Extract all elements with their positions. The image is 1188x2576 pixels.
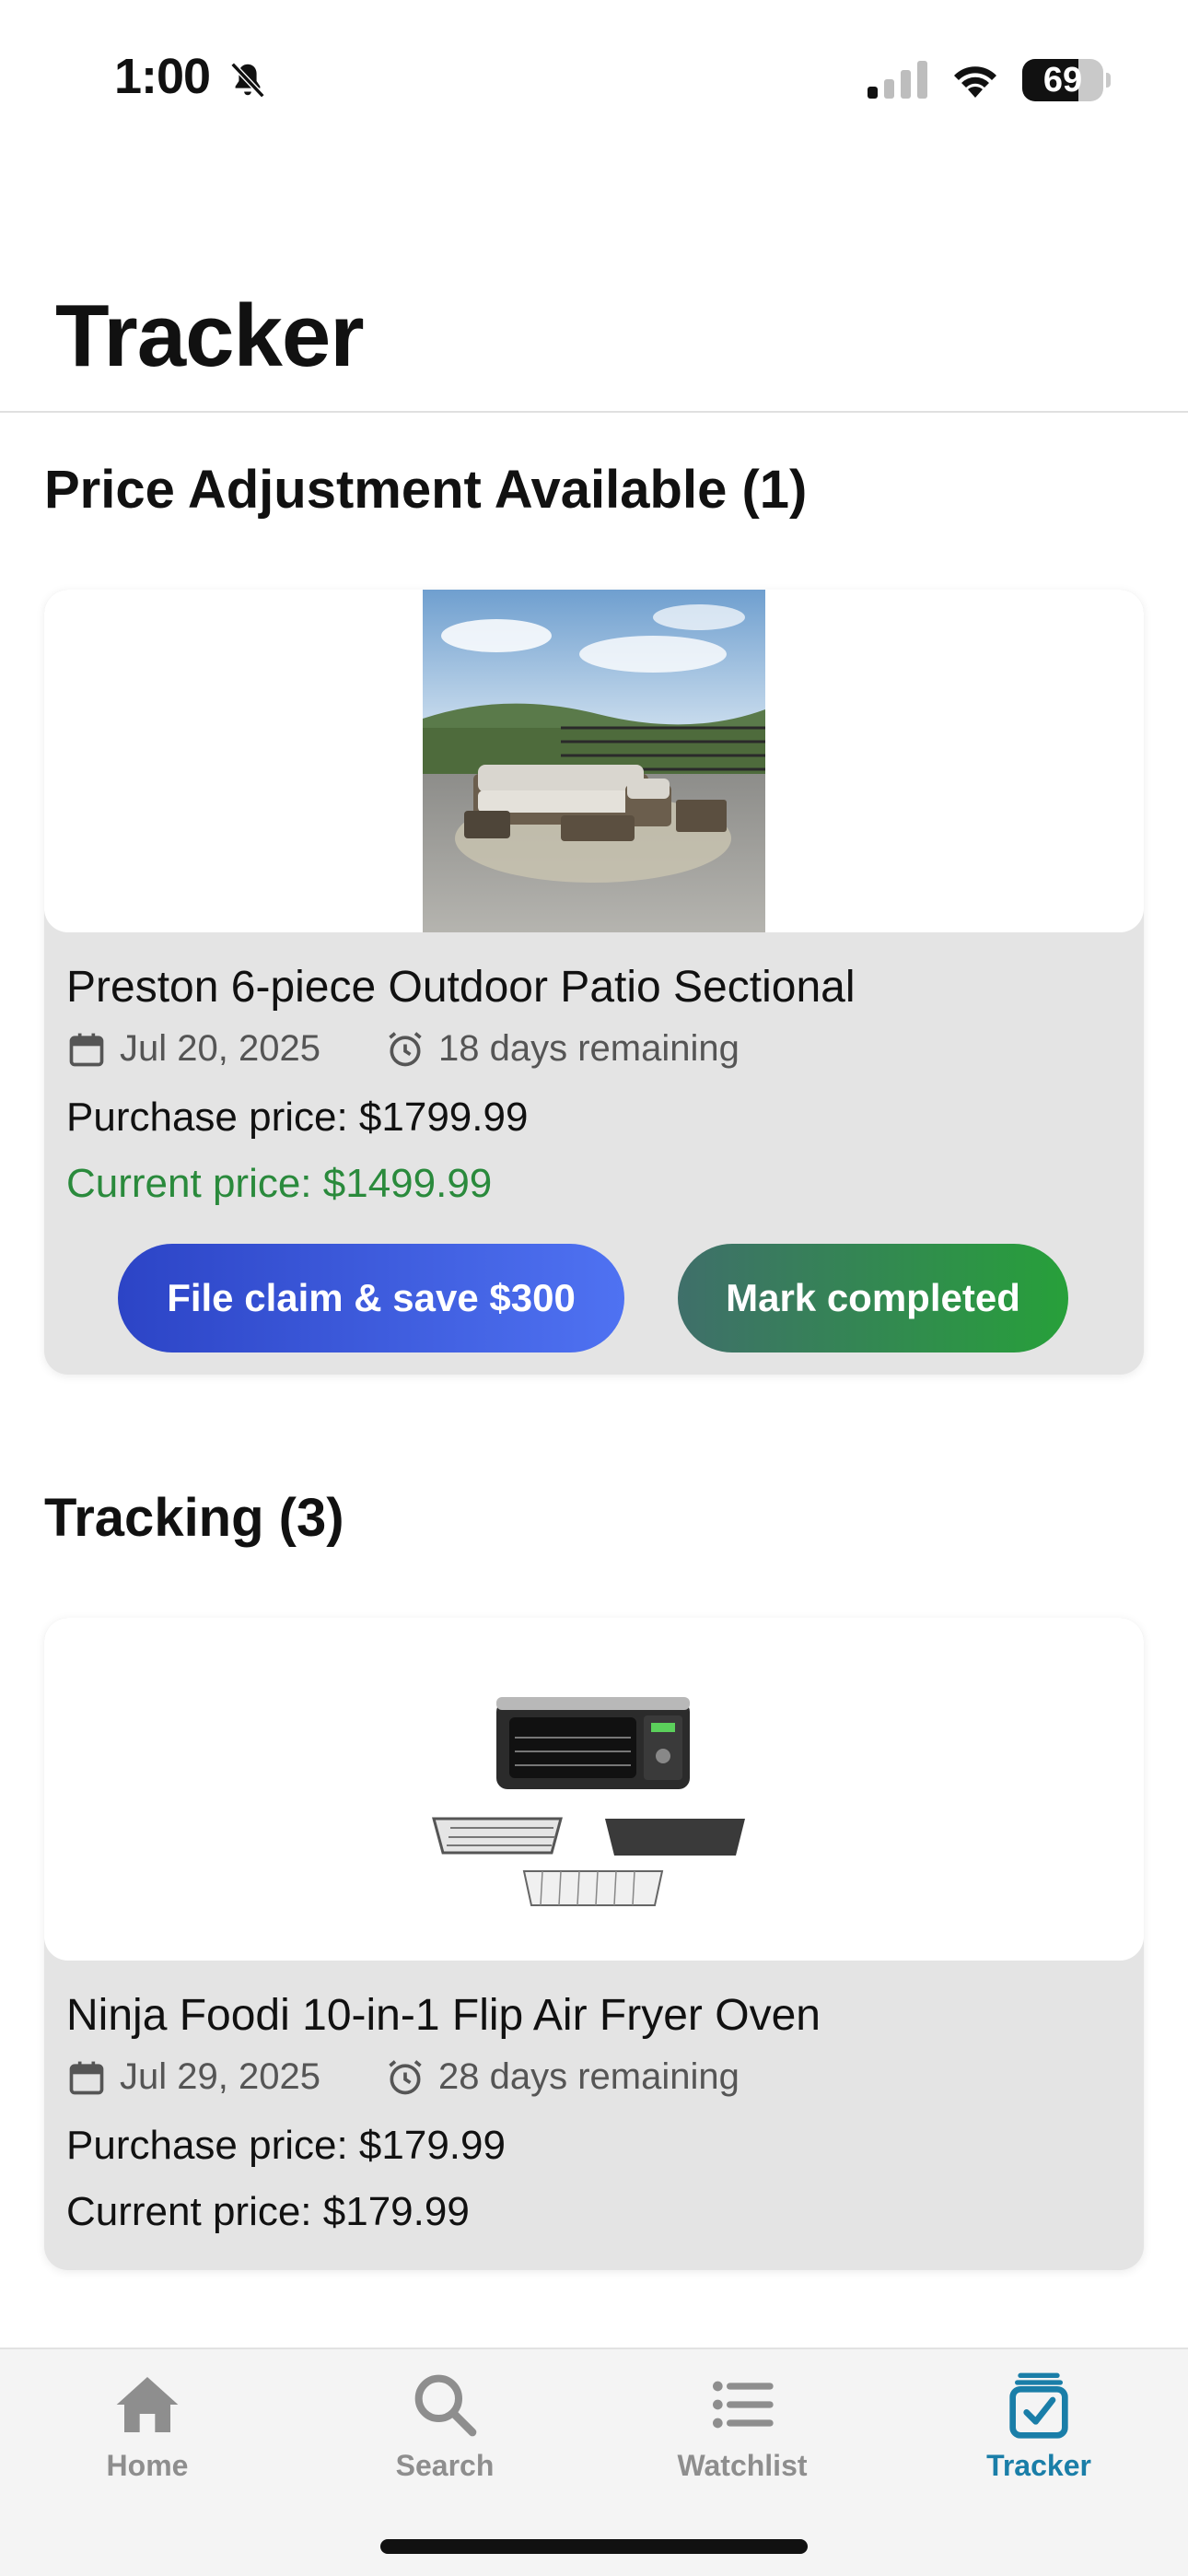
product-image-area [44, 1618, 1144, 1961]
days-remaining: 18 days remaining [385, 1028, 740, 1070]
tab-tracker[interactable]: Tracker [938, 2368, 1140, 2506]
tracking-card[interactable]: Ninja Foodi 10-in-1 Flip Air Fryer Oven … [44, 1618, 1144, 2270]
tab-home-label: Home [106, 2449, 189, 2482]
tab-watchlist[interactable]: Watchlist [641, 2368, 844, 2506]
title-divider [0, 411, 1188, 413]
calendar-icon [69, 2061, 104, 2094]
home-indicator [380, 2539, 808, 2554]
purchase-date-text: Jul 20, 2025 [120, 1028, 320, 1069]
tab-tracker-label: Tracker [986, 2449, 1091, 2482]
days-remaining: 28 days remaining [385, 2056, 740, 2098]
battery-level: 69 [1042, 61, 1083, 100]
purchase-price: Purchase price: $179.99 [66, 2123, 506, 2168]
battery-indicator: 69 [1022, 59, 1111, 101]
alarm-clock-icon [389, 1031, 422, 1066]
bell-slash-icon [230, 62, 265, 99]
purchase-date: Jul 29, 2025 [66, 2056, 320, 2098]
cellular-signal-icon [868, 61, 927, 99]
product-image-area [44, 590, 1144, 932]
adjustment-section-heading: Price Adjustment Available (1) [44, 460, 808, 520]
days-remaining-text: 18 days remaining [438, 1028, 740, 1069]
product-name[interactable]: Ninja Foodi 10-in-1 Flip Air Fryer Oven [66, 1990, 821, 2041]
calendar-icon [69, 1033, 104, 1066]
alarm-clock-icon [389, 2059, 422, 2094]
magnifying-glass-icon [414, 2374, 477, 2437]
wifi-icon [954, 66, 996, 98]
tab-home[interactable]: Home [46, 2368, 249, 2506]
tab-watchlist-label: Watchlist [677, 2449, 808, 2482]
purchase-price: Purchase price: $1799.99 [66, 1095, 529, 1140]
status-time: 1:00 [114, 49, 211, 104]
purchase-date: Jul 20, 2025 [66, 1028, 320, 1070]
checklist-box-icon [1009, 2372, 1068, 2439]
page-title: Tracker [55, 287, 365, 385]
patio-sectional-image [423, 590, 765, 932]
current-price: Current price: $1499.99 [66, 1161, 493, 1206]
days-remaining-text: 28 days remaining [438, 2056, 740, 2097]
current-price: Current price: $179.99 [66, 2189, 470, 2234]
air-fryer-oven-image [432, 1697, 745, 1906]
tab-search[interactable]: Search [344, 2368, 546, 2506]
tab-search-label: Search [395, 2449, 495, 2482]
product-name[interactable]: Preston 6-piece Outdoor Patio Sectional [66, 962, 856, 1013]
house-icon [116, 2377, 179, 2432]
status-bar: 1:00 69 [0, 0, 1188, 157]
tracking-section-heading: Tracking (3) [44, 1488, 344, 1548]
file-claim-button[interactable]: File claim & save $300 [118, 1244, 624, 1352]
adjustment-card[interactable]: Preston 6-piece Outdoor Patio Sectional … [44, 590, 1144, 1375]
list-bullet-icon [713, 2381, 774, 2429]
purchase-date-text: Jul 29, 2025 [120, 2056, 320, 2097]
mark-completed-button[interactable]: Mark completed [678, 1244, 1068, 1352]
